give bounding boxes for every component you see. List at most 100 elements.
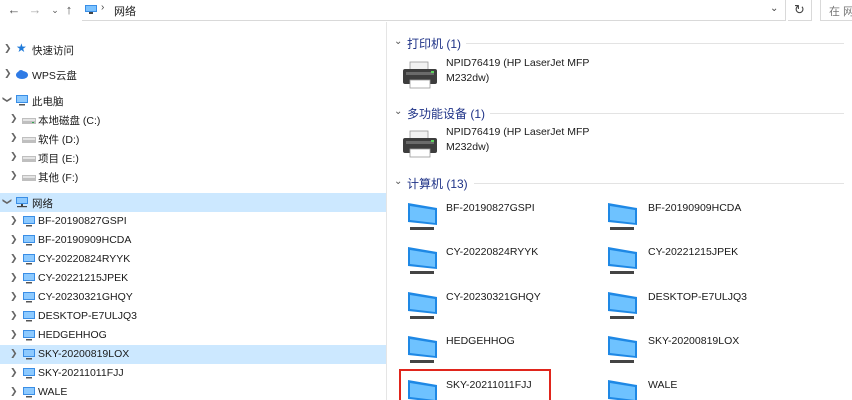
tree-item-drive[interactable]: ❯ 项目 (E:) bbox=[0, 148, 386, 167]
address-location[interactable]: 网络 bbox=[114, 3, 136, 19]
address-field[interactable] bbox=[82, 0, 786, 21]
expand-arrow-icon[interactable]: ❯ bbox=[10, 151, 18, 162]
device-printer[interactable]: NPID76419 (HP LaserJet MFP M232dw) bbox=[400, 56, 600, 90]
expand-arrow-icon[interactable]: ❯ bbox=[10, 215, 18, 226]
tree-item-computer[interactable]: ❯ SKY-20200819LOX bbox=[0, 345, 386, 364]
star-icon: ★ bbox=[16, 41, 27, 55]
refresh-icon[interactable]: ↻ bbox=[788, 0, 812, 21]
address-bar-row: ← → ⌄ ↑ › 网络 ⌄ ↻ 在 网 bbox=[0, 0, 852, 22]
tree-item-drive[interactable]: ❯ 本地磁盘 (C:) bbox=[0, 110, 386, 129]
expand-arrow-icon[interactable]: ❯ bbox=[10, 310, 18, 321]
computer-icon bbox=[408, 203, 437, 230]
computer-icon bbox=[408, 336, 437, 363]
computer-icon bbox=[608, 292, 637, 319]
device-computer[interactable]: CY-20221215JPEK bbox=[604, 242, 794, 282]
expand-arrow-icon[interactable]: ❯ bbox=[10, 272, 18, 283]
computer-icon bbox=[608, 380, 637, 400]
group-divider bbox=[466, 43, 844, 44]
computer-icon bbox=[408, 292, 437, 319]
device-multifunction[interactable]: NPID76419 (HP LaserJet MFP M232dw) bbox=[400, 125, 600, 159]
highlight-annotation bbox=[399, 369, 551, 400]
collapse-arrow-icon[interactable]: ❯ bbox=[1, 96, 12, 104]
tree-label: BF-20190909HCDA bbox=[38, 234, 132, 246]
computer-icon bbox=[23, 330, 35, 341]
expand-arrow-icon[interactable]: ❯ bbox=[10, 170, 18, 181]
device-label: CY-20221215JPEK bbox=[648, 246, 739, 258]
tree-label: 本地磁盘 (C:) bbox=[38, 115, 101, 127]
expand-arrow-icon[interactable]: ❯ bbox=[10, 348, 18, 359]
pane-divider[interactable] bbox=[386, 22, 387, 400]
search-placeholder[interactable]: 在 网 bbox=[829, 3, 852, 19]
drive-icon bbox=[22, 137, 36, 143]
tree-label: WALE bbox=[38, 386, 68, 398]
device-computer[interactable]: DESKTOP-E7ULJQ3 bbox=[604, 287, 794, 327]
tree-label: SKY-20211011FJJ bbox=[38, 367, 124, 379]
device-label: BF-20190827GSPI bbox=[446, 202, 535, 214]
tree-item-computer[interactable]: ❯ CY-20230321GHQY bbox=[0, 288, 386, 307]
expand-arrow-icon[interactable]: ❯ bbox=[10, 291, 18, 302]
tree-item-computer[interactable]: ❯ CY-20221215JPEK bbox=[0, 269, 386, 288]
up-arrow-icon[interactable]: ↑ bbox=[61, 2, 77, 18]
expand-arrow-icon[interactable]: ❯ bbox=[4, 43, 12, 54]
tree-label: CY-20221215JPEK bbox=[38, 272, 129, 284]
device-computer[interactable]: CY-20230321GHQY bbox=[404, 287, 594, 327]
collapse-arrow-icon[interactable]: ❯ bbox=[1, 198, 12, 206]
tree-item-wps-cloud[interactable]: ❯ WPS云盘 bbox=[0, 65, 386, 84]
expand-arrow-icon[interactable]: ❯ bbox=[4, 68, 12, 79]
tree-item-computer[interactable]: ❯ BF-20190909HCDA bbox=[0, 231, 386, 250]
chevron-down-icon[interactable]: ⌄ bbox=[394, 176, 402, 187]
tree-item-drive[interactable]: ❯ 其他 (F:) bbox=[0, 167, 386, 186]
tree-label: 软件 (D:) bbox=[38, 134, 80, 146]
tree-item-this-pc[interactable]: ❯ 此电脑 bbox=[0, 91, 386, 110]
device-computer[interactable]: SKY-20200819LOX bbox=[604, 331, 794, 371]
computer-icon bbox=[23, 216, 35, 227]
breadcrumb-separator: › bbox=[101, 2, 105, 13]
back-arrow-icon[interactable]: ← bbox=[6, 2, 22, 18]
tree-label: 网络 bbox=[32, 198, 53, 210]
drive-icon bbox=[22, 118, 36, 124]
tree-item-computer[interactable]: ❯ HEDGEHHOG bbox=[0, 326, 386, 345]
device-label: M232dw) bbox=[446, 141, 490, 153]
tree-label: WPS云盘 bbox=[32, 70, 77, 82]
group-title: 打印机 (1) bbox=[407, 37, 462, 51]
group-header-printers[interactable]: ⌄ 打印机 (1) bbox=[394, 35, 844, 51]
tree-item-computer[interactable]: ❯ SKY-20211011FJJ bbox=[0, 364, 386, 383]
tree-item-drive[interactable]: ❯ 软件 (D:) bbox=[0, 129, 386, 148]
expand-arrow-icon[interactable]: ❯ bbox=[10, 367, 18, 378]
address-dropdown-icon[interactable]: ⌄ bbox=[770, 3, 778, 14]
group-header-computers[interactable]: ⌄ 计算机 (13) bbox=[394, 175, 844, 191]
device-computer[interactable]: BF-20190909HCDA bbox=[604, 198, 794, 238]
computer-icon bbox=[23, 273, 35, 284]
expand-arrow-icon[interactable]: ❯ bbox=[10, 234, 18, 245]
device-computer[interactable]: BF-20190827GSPI bbox=[404, 198, 594, 238]
tree-item-computer[interactable]: ❯ BF-20190827GSPI bbox=[0, 212, 386, 231]
tree-item-computer[interactable]: ❯ CY-20220824RYYK bbox=[0, 250, 386, 269]
expand-arrow-icon[interactable]: ❯ bbox=[10, 386, 18, 397]
computer-icon bbox=[23, 254, 35, 265]
expand-arrow-icon[interactable]: ❯ bbox=[10, 132, 18, 143]
device-computer[interactable]: WALE bbox=[604, 375, 794, 400]
expand-arrow-icon[interactable]: ❯ bbox=[10, 329, 18, 340]
tree-item-network[interactable]: ❯ 网络 bbox=[0, 193, 386, 212]
expand-arrow-icon[interactable]: ❯ bbox=[10, 253, 18, 264]
device-label: CY-20220824RYYK bbox=[446, 246, 539, 258]
chevron-down-icon[interactable]: ⌄ bbox=[394, 36, 402, 47]
tree-label: 项目 (E:) bbox=[38, 153, 79, 165]
tree-item-quick-access[interactable]: ❯ ★ 快速访问 bbox=[0, 40, 386, 59]
forward-arrow-icon[interactable]: → bbox=[27, 2, 43, 18]
group-header-multifunction[interactable]: ⌄ 多功能设备 (1) bbox=[394, 105, 844, 121]
cloud-icon bbox=[16, 70, 28, 79]
device-computer[interactable]: CY-20220824RYYK bbox=[404, 242, 594, 282]
device-computer[interactable]: HEDGEHHOG bbox=[404, 331, 594, 371]
tree-item-computer[interactable]: ❯ WALE bbox=[0, 383, 386, 400]
tree-label: 快速访问 bbox=[32, 45, 74, 57]
tree-item-computer[interactable]: ❯ DESKTOP-E7ULJQ3 bbox=[0, 307, 386, 326]
expand-arrow-icon[interactable]: ❯ bbox=[10, 113, 18, 124]
group-title: 计算机 (13) bbox=[407, 177, 468, 191]
computer-icon bbox=[23, 387, 35, 398]
computer-icon bbox=[23, 349, 35, 360]
chevron-down-icon[interactable]: ⌄ bbox=[394, 106, 402, 117]
device-label: DESKTOP-E7ULJQ3 bbox=[648, 291, 748, 303]
group-divider bbox=[490, 113, 844, 114]
device-label: BF-20190909HCDA bbox=[648, 202, 742, 214]
